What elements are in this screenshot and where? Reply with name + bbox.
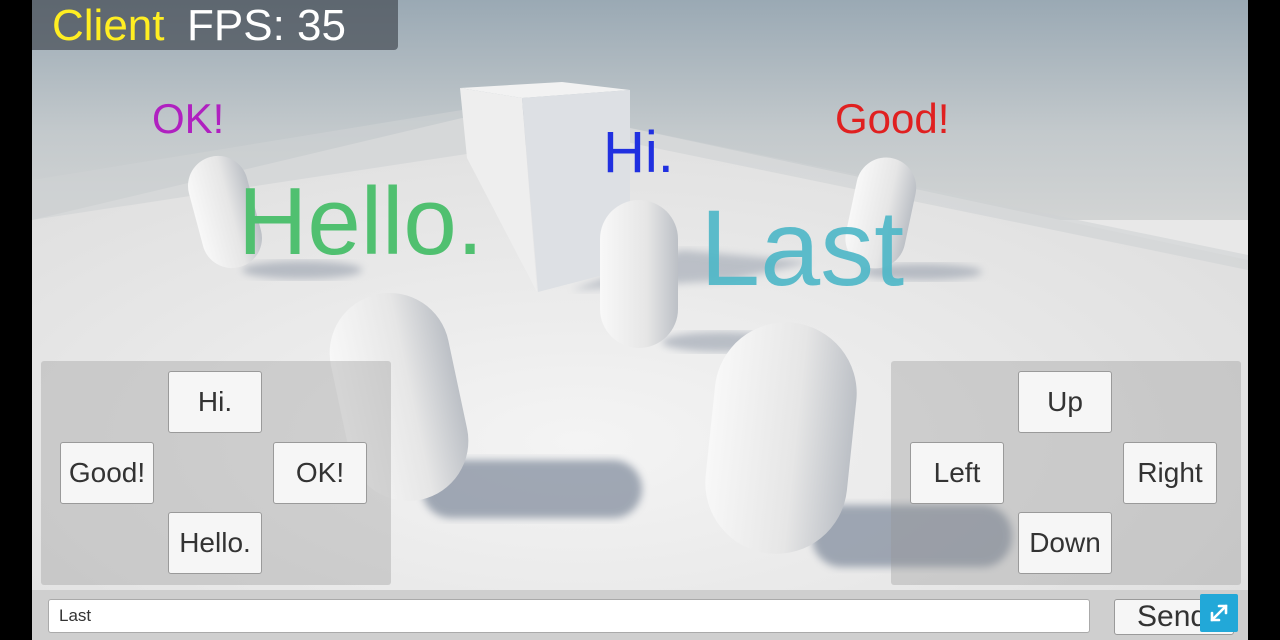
role-label: Client [52, 1, 165, 50]
fullscreen-button[interactable] [1200, 594, 1238, 632]
floating-message-last: Last [700, 187, 905, 308]
up-button[interactable]: Up [1018, 371, 1112, 433]
hello-button[interactable]: Hello. [168, 512, 262, 574]
chat-input[interactable] [48, 599, 1090, 633]
right-button[interactable]: Right [1123, 442, 1217, 504]
floating-message-good: Good! [835, 95, 950, 142]
expand-icon [1210, 604, 1228, 622]
game-viewport[interactable]: Client FPS: 35 OK! Good! Hi. Hello. Last… [32, 0, 1248, 640]
floating-message-ok: OK! [152, 95, 225, 142]
floating-message-hello: Hello. [238, 168, 484, 275]
hud-bar: Client FPS: 35 [32, 0, 398, 50]
floating-message-hi: Hi. [603, 120, 674, 185]
down-button[interactable]: Down [1018, 512, 1112, 574]
movement-buttons-panel: Up Left Right Down [891, 361, 1241, 585]
good-button[interactable]: Good! [60, 442, 154, 504]
left-button[interactable]: Left [910, 442, 1004, 504]
hi-button[interactable]: Hi. [168, 371, 262, 433]
chat-bar: Send [32, 590, 1248, 640]
fps-counter: FPS: 35 [187, 1, 346, 50]
message-buttons-panel: Hi. Good! OK! Hello. [41, 361, 391, 585]
ok-button[interactable]: OK! [273, 442, 367, 504]
